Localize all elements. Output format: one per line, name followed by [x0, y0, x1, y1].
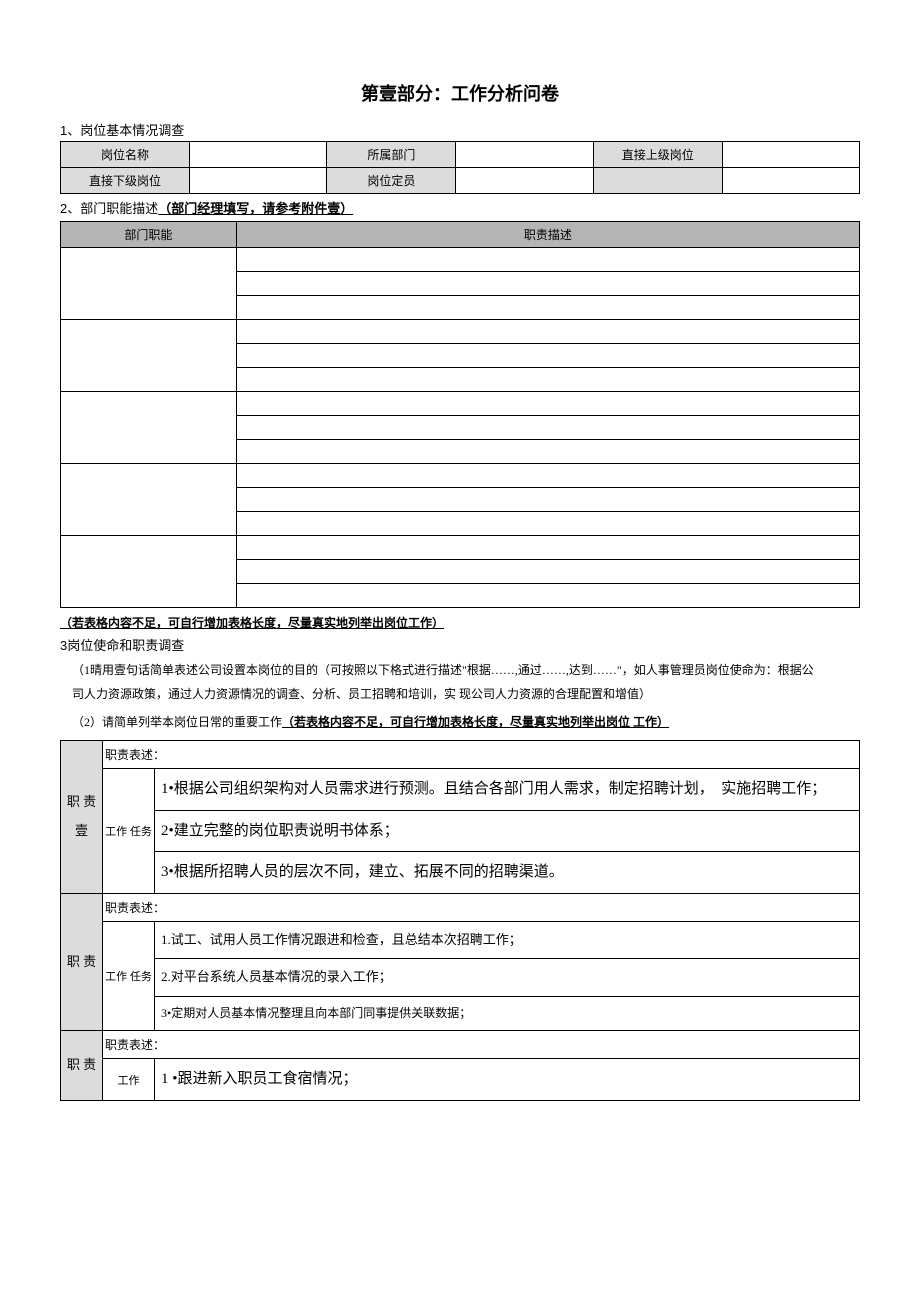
para-3-2b: （若表格内容不足，可自行增加表格长度，尽量真实地列举出岗位 工作）: [282, 715, 669, 729]
table-row: 职 责 职责表述：: [61, 1031, 860, 1059]
duty-side-3: 职 责: [61, 1031, 103, 1101]
value-empty: [722, 168, 859, 194]
section-3-label: 岗位使命和职责调查: [67, 638, 184, 653]
task-label: 工作 任务: [103, 769, 155, 894]
col-header-function: 部门职能: [61, 222, 237, 248]
task-item: 3•定期对人员基本情况整理且向本部门同事提供关联数据；: [155, 996, 860, 1031]
para-3-1b: 司人力资源政策，通过人力资源情况的调查、分析、员工招聘和培训，实 现公司人力资源…: [72, 687, 651, 701]
table-row: 部门职能 职责描述: [61, 222, 860, 248]
table-row: 2•建立完整的岗位职责说明书体系；: [61, 810, 860, 852]
basic-info-table: 岗位名称 所属部门 直接上级岗位 直接下级岗位 岗位定员: [60, 141, 860, 194]
desc-cell: [236, 560, 859, 584]
table-row: 2.对平台系统人员基本情况的录入工作；: [61, 959, 860, 997]
desc-cell: [236, 488, 859, 512]
duty-desc-label: 职责表述：: [103, 893, 860, 921]
section-2-bold: （部门经理填写，请参考附件壹）: [158, 201, 353, 216]
table-row: 直接下级岗位 岗位定员: [61, 168, 860, 194]
section-1-label: 、岗位基本情况调查: [67, 123, 184, 138]
para-3-1: （1晴用壹句话简单表述公司设置本岗位的目的（可按照以下格式进行描述"根据……,通…: [60, 658, 860, 706]
table-row: [61, 248, 860, 272]
value-headcount: [456, 168, 593, 194]
desc-cell: [236, 392, 859, 416]
label-department: 所属部门: [327, 142, 456, 168]
desc-cell: [236, 416, 859, 440]
section-3-heading: 3岗位使命和职责调查: [60, 635, 860, 654]
value-subordinate: [190, 168, 327, 194]
task-item: 2•建立完整的岗位职责说明书体系；: [155, 810, 860, 852]
func-cell: [61, 392, 237, 464]
table-row: 职 责 职责表述：: [61, 893, 860, 921]
desc-cell: [236, 584, 859, 608]
label-empty: [593, 168, 722, 194]
para-3-2: （2）请简单列举本岗位日常的重要工作（若表格内容不足，可自行增加表格长度，尽量真…: [60, 710, 860, 734]
desc-cell: [236, 344, 859, 368]
table-row: 工作 任务 1.试工、试用人员工作情况跟进和检查，且总结本次招聘工作；: [61, 921, 860, 959]
col-header-desc: 职责描述: [236, 222, 859, 248]
desc-cell: [236, 464, 859, 488]
task-label: 工作 任务: [103, 921, 155, 1031]
desc-cell: [236, 248, 859, 272]
label-superior: 直接上级岗位: [593, 142, 722, 168]
table-row: 工作 1 •跟进新入职员工食宿情况；: [61, 1059, 860, 1101]
label-headcount: 岗位定员: [327, 168, 456, 194]
desc-cell: [236, 368, 859, 392]
task-item: 3•根据所招聘人员的层次不同，建立、拓展不同的招聘渠道。: [155, 852, 860, 894]
duty-side-1: 职 责 壹: [61, 741, 103, 894]
table-row: [61, 320, 860, 344]
func-cell: [61, 536, 237, 608]
para-3-1a: （1晴用壹句话简单表述公司设置本岗位的目的（可按照以下格式进行描述"根据……,通…: [72, 663, 814, 677]
table-row: 工作 任务 1•根据公司组织架构对人员需求进行预测。且结合各部门用人需求，制定招…: [61, 769, 860, 811]
table2-note-text: （若表格内容不足，可自行增加表格长度，尽量真实地列举出岗位工作）: [60, 616, 444, 630]
para-3-2a: （2）请简单列举本岗位日常的重要工作: [72, 715, 282, 729]
value-superior: [722, 142, 859, 168]
value-position-name: [190, 142, 327, 168]
func-cell: [61, 464, 237, 536]
label-position-name: 岗位名称: [61, 142, 190, 168]
duty-desc-label: 职责表述：: [103, 1031, 860, 1059]
table-row: 岗位名称 所属部门 直接上级岗位: [61, 142, 860, 168]
duties-table: 职 责 壹 职责表述： 工作 任务 1•根据公司组织架构对人员需求进行预测。且结…: [60, 740, 860, 1101]
table-row: 3•定期对人员基本情况整理且向本部门同事提供关联数据；: [61, 996, 860, 1031]
table-row: 3•根据所招聘人员的层次不同，建立、拓展不同的招聘渠道。: [61, 852, 860, 894]
page-title: 第壹部分：工作分析问卷: [60, 80, 860, 106]
desc-cell: [236, 320, 859, 344]
task-item: 1.试工、试用人员工作情况跟进和检查，且总结本次招聘工作；: [155, 921, 860, 959]
table-row: [61, 536, 860, 560]
section-1-heading: 1、岗位基本情况调查: [60, 120, 860, 139]
duty-desc-label: 职责表述：: [103, 741, 860, 769]
duty-side-2: 职 责: [61, 893, 103, 1031]
label-subordinate: 直接下级岗位: [61, 168, 190, 194]
desc-cell: [236, 296, 859, 320]
value-department: [456, 142, 593, 168]
func-cell: [61, 248, 237, 320]
desc-cell: [236, 440, 859, 464]
table2-note: （若表格内容不足，可自行增加表格长度，尽量真实地列举出岗位工作）: [60, 614, 860, 631]
task-label: 工作: [103, 1059, 155, 1101]
task-item: 2.对平台系统人员基本情况的录入工作；: [155, 959, 860, 997]
task-item: 1•根据公司组织架构对人员需求进行预测。且结合各部门用人需求，制定招聘计划， 实…: [155, 769, 860, 811]
desc-cell: [236, 272, 859, 296]
desc-cell: [236, 536, 859, 560]
dept-function-table: 部门职能 职责描述: [60, 221, 860, 608]
func-cell: [61, 320, 237, 392]
section-2-label: 、部门职能描述: [67, 201, 158, 216]
table-row: [61, 392, 860, 416]
section-2-heading: 2、部门职能描述（部门经理填写，请参考附件壹）: [60, 198, 860, 217]
table-row: 职 责 壹 职责表述：: [61, 741, 860, 769]
desc-cell: [236, 512, 859, 536]
task-item: 1 •跟进新入职员工食宿情况；: [155, 1059, 860, 1101]
table-row: [61, 464, 860, 488]
